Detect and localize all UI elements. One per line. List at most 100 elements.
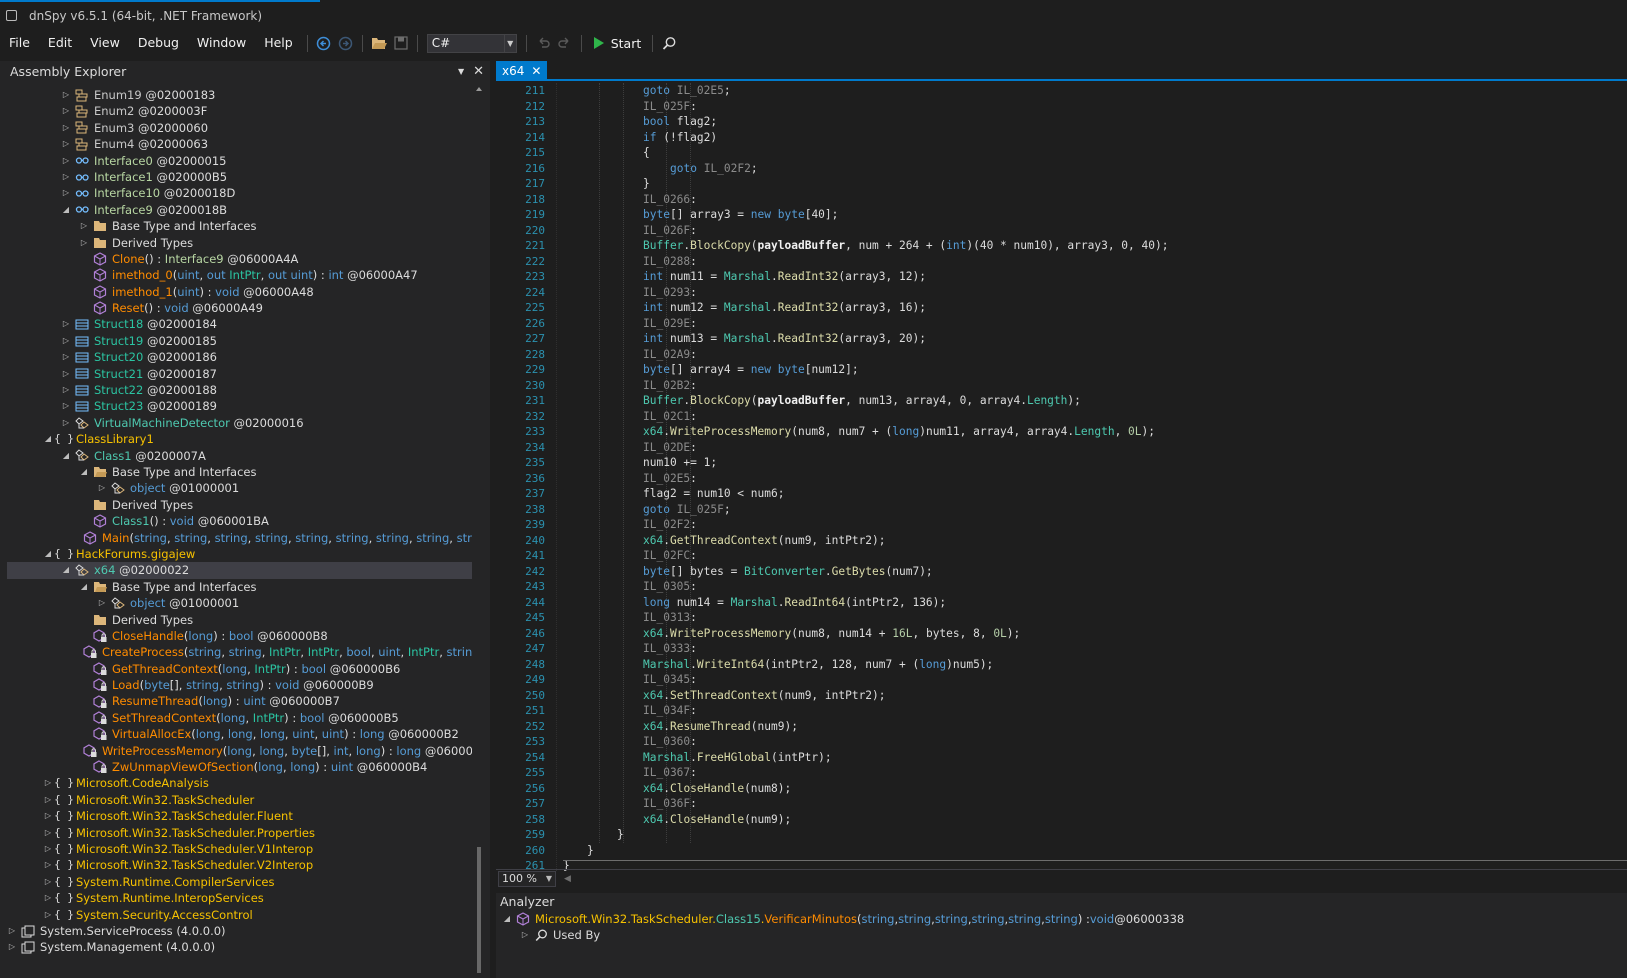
tree-node[interactable]: SetThreadContext(long, IntPtr) : bool @0… bbox=[7, 710, 472, 726]
tree-node[interactable]: ▷ Struct19 @02000185 bbox=[7, 333, 472, 349]
tree-node[interactable]: ResumeThread(long) : uint @060000B7 bbox=[7, 693, 472, 709]
collapsed-arrow-icon[interactable]: ▷ bbox=[7, 940, 17, 956]
tree-node[interactable]: CloseHandle(long) : bool @060000B8 bbox=[7, 628, 472, 644]
collapsed-arrow-icon[interactable]: ▷ bbox=[43, 808, 53, 824]
collapsed-arrow-icon[interactable]: ▷ bbox=[61, 399, 71, 415]
collapsed-arrow-icon[interactable]: ▷ bbox=[61, 87, 71, 103]
analyzer-node[interactable]: ◢ Microsoft.Win32.TaskScheduler. Class15. V… bbox=[496, 911, 1627, 927]
tree-node[interactable]: Main(string, string, string, string, str… bbox=[7, 530, 472, 546]
tree-node[interactable]: ▷ Interface1 @020000B5 bbox=[7, 169, 472, 185]
collapsed-arrow-icon[interactable]: ▷ bbox=[61, 153, 71, 169]
chevron-left-icon[interactable]: ◀ bbox=[564, 874, 571, 884]
collapsed-arrow-icon[interactable]: ▷ bbox=[61, 415, 71, 431]
collapsed-arrow-icon[interactable]: ▷ bbox=[61, 349, 71, 365]
tree-node[interactable]: ▷ object @01000001 bbox=[7, 480, 472, 496]
collapsed-arrow-icon[interactable]: ▷ bbox=[61, 382, 71, 398]
tree-node[interactable]: ▷ System.ServiceProcess (4.0.0.0) bbox=[7, 923, 472, 939]
tree-node[interactable]: ▷ Enum3 @02000060 bbox=[7, 120, 472, 136]
tree-node[interactable]: ▷ Enum19 @02000183 bbox=[7, 87, 472, 103]
close-icon[interactable]: ✕ bbox=[473, 64, 484, 79]
tree-node[interactable]: ◢ Base Type and Interfaces bbox=[7, 464, 472, 480]
back-icon[interactable] bbox=[314, 33, 334, 53]
tab-x64[interactable]: x64 ✕ bbox=[496, 61, 548, 81]
open-folder-icon[interactable] bbox=[369, 33, 389, 53]
expanded-arrow-icon[interactable]: ◢ bbox=[43, 431, 53, 447]
assembly-tree[interactable]: ▷ Enum19 @02000183 ▷ Enum2 @0200003F ▷ Enum3 … bbox=[7, 87, 472, 978]
tree-node[interactable]: ▷{ } Microsoft.Win32.TaskScheduler.Proper… bbox=[7, 825, 472, 841]
expanded-arrow-icon[interactable]: ◢ bbox=[502, 911, 512, 927]
tree-node[interactable]: ◢{ } ClassLibrary1 bbox=[7, 431, 472, 447]
collapsed-arrow-icon[interactable]: ▷ bbox=[43, 825, 53, 841]
language-select[interactable]: C# ▼ bbox=[426, 33, 517, 53]
collapsed-arrow-icon[interactable]: ▷ bbox=[79, 235, 89, 251]
tree-node[interactable]: Reset() : void @06000A49 bbox=[7, 300, 472, 316]
menu-help[interactable]: Help bbox=[255, 32, 302, 54]
tree-node[interactable]: ▷{ } System.Runtime.CompilerServices bbox=[7, 874, 472, 890]
tree-node[interactable]: ◢ Class1 @0200007A bbox=[7, 448, 472, 464]
tree-node[interactable]: Class1() : void @060001BA bbox=[7, 513, 472, 529]
expanded-arrow-icon[interactable]: ◢ bbox=[61, 563, 71, 579]
tree-node[interactable]: ▷ Enum2 @0200003F bbox=[7, 103, 472, 119]
collapsed-arrow-icon[interactable]: ▷ bbox=[43, 890, 53, 906]
menu-debug[interactable]: Debug bbox=[129, 32, 188, 54]
tree-node[interactable]: imethod_0(uint, out IntPtr, out uint) : … bbox=[7, 267, 472, 283]
tree-node[interactable]: Derived Types bbox=[7, 497, 472, 513]
tree-node[interactable]: ▷{ } System.Security.AccessControl bbox=[7, 907, 472, 923]
tree-node[interactable]: ▷{ } System.Runtime.InteropServices bbox=[7, 890, 472, 906]
tree-node[interactable]: ▷ Interface0 @02000015 bbox=[7, 153, 472, 169]
tree-node[interactable]: WriteProcessMemory(long, long, byte[], i… bbox=[7, 743, 472, 759]
close-icon[interactable]: ✕ bbox=[531, 64, 541, 78]
tree-node[interactable]: GetThreadContext(long, IntPtr) : bool @0… bbox=[7, 661, 472, 677]
tree-node[interactable]: ▷ Struct20 @02000186 bbox=[7, 349, 472, 365]
collapsed-arrow-icon[interactable]: ▷ bbox=[7, 923, 17, 939]
undo-icon[interactable] bbox=[533, 33, 553, 53]
menu-file[interactable]: File bbox=[0, 32, 39, 54]
tree-node[interactable]: ◢{ } HackForums.gigajew bbox=[7, 546, 472, 562]
tree-node[interactable]: ▷ Enum4 @02000063 bbox=[7, 136, 472, 152]
tree-node[interactable]: ▷ Derived Types bbox=[7, 235, 472, 251]
save-icon[interactable] bbox=[391, 33, 411, 53]
tree-node[interactable]: ▷{ } Microsoft.Win32.TaskScheduler.V2Inte… bbox=[7, 857, 472, 873]
collapsed-arrow-icon[interactable]: ▷ bbox=[61, 104, 71, 120]
tree-node[interactable]: ▷ Struct18 @02000184 bbox=[7, 316, 472, 332]
tree-node[interactable]: ▷ object @01000001 bbox=[7, 595, 472, 611]
collapsed-arrow-icon[interactable]: ▷ bbox=[61, 317, 71, 333]
tree-node[interactable]: ▷ Interface10 @0200018D bbox=[7, 185, 472, 201]
collapsed-arrow-icon[interactable]: ▷ bbox=[43, 841, 53, 857]
collapsed-arrow-icon[interactable]: ▷ bbox=[61, 169, 71, 185]
tree-node[interactable]: ▷ System.Management (4.0.0.0) bbox=[7, 939, 472, 955]
tree-node[interactable]: ▷ Base Type and Interfaces bbox=[7, 218, 472, 234]
tree-node[interactable]: ▷ Struct22 @02000188 bbox=[7, 382, 472, 398]
tree-node[interactable]: ZwUnmapViewOfSection(long, long) : uint … bbox=[7, 759, 472, 775]
zoom-select[interactable]: 100 % ▼ bbox=[498, 870, 556, 887]
tree-node[interactable]: ▷ Struct23 @02000189 bbox=[7, 398, 472, 414]
expanded-arrow-icon[interactable]: ◢ bbox=[79, 464, 89, 480]
code-view[interactable]: 211 goto IL_02E5; 212 IL_025F: 213 bool flag2… bbox=[496, 83, 1627, 871]
collapsed-arrow-icon[interactable]: ▷ bbox=[520, 927, 530, 943]
tree-node-selected[interactable]: ◢ x64 @02000022 bbox=[7, 562, 472, 579]
collapsed-arrow-icon[interactable]: ▷ bbox=[97, 481, 107, 497]
tree-node[interactable]: ◢ Base Type and Interfaces bbox=[7, 579, 472, 595]
tree-node[interactable]: VirtualAllocEx(long, long, long, uint, u… bbox=[7, 726, 472, 742]
tree-node[interactable]: ◢ Interface9 @0200018B bbox=[7, 202, 472, 218]
tree-node[interactable]: ▷{ } Microsoft.Win32.TaskScheduler.V1Inte… bbox=[7, 841, 472, 857]
expanded-arrow-icon[interactable]: ◢ bbox=[61, 202, 71, 218]
collapsed-arrow-icon[interactable]: ▷ bbox=[43, 907, 53, 923]
redo-icon[interactable] bbox=[555, 33, 575, 53]
tree-node[interactable]: CreateProcess(string, string, IntPtr, In… bbox=[7, 644, 472, 660]
tree-scrollbar[interactable] bbox=[474, 83, 484, 976]
collapsed-arrow-icon[interactable]: ▷ bbox=[61, 333, 71, 349]
collapsed-arrow-icon[interactable]: ▷ bbox=[61, 186, 71, 202]
expanded-arrow-icon[interactable]: ◢ bbox=[79, 579, 89, 595]
search-icon[interactable] bbox=[659, 33, 679, 53]
start-button[interactable]: Start bbox=[587, 36, 648, 51]
chevron-down-icon[interactable]: ▼ bbox=[458, 67, 464, 76]
tree-node[interactable]: Derived Types bbox=[7, 612, 472, 628]
collapsed-arrow-icon[interactable]: ▷ bbox=[61, 120, 71, 136]
collapsed-arrow-icon[interactable]: ▷ bbox=[61, 366, 71, 382]
analyzer-tree[interactable]: ◢ Microsoft.Win32.TaskScheduler. Class15. V… bbox=[496, 911, 1627, 943]
menu-edit[interactable]: Edit bbox=[39, 32, 81, 54]
collapsed-arrow-icon[interactable]: ▷ bbox=[79, 218, 89, 234]
expanded-arrow-icon[interactable]: ◢ bbox=[43, 546, 53, 562]
collapsed-arrow-icon[interactable]: ▷ bbox=[43, 858, 53, 874]
